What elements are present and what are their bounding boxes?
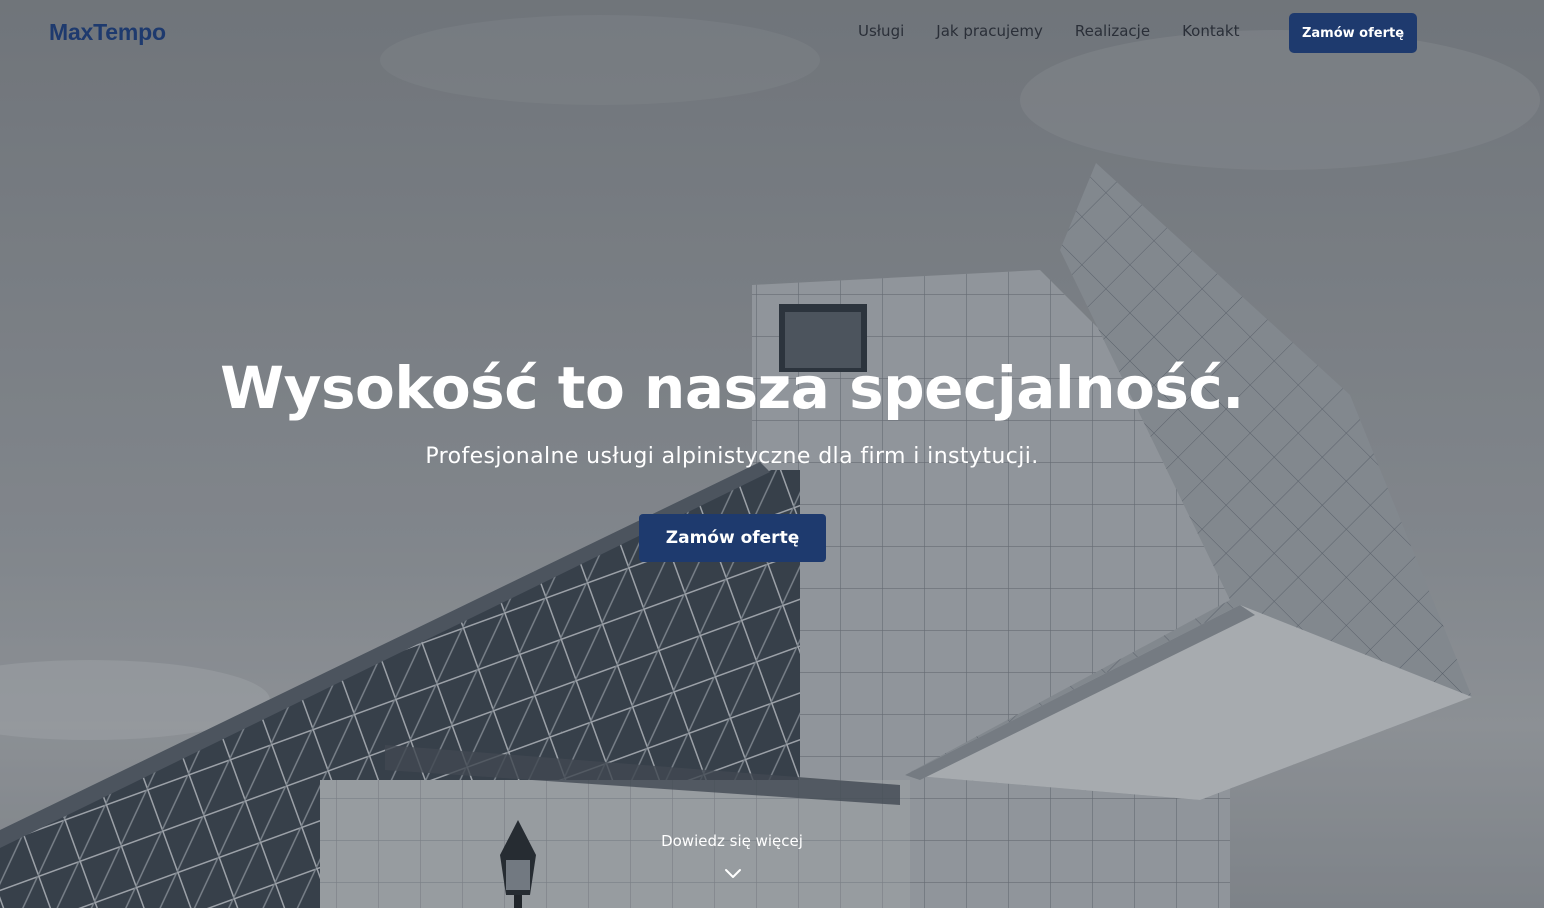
navbar: MaxTempo Usługi Jak pracujemy Realizacje…	[0, 0, 1544, 66]
nav-order-button[interactable]: Zamów ofertę	[1289, 13, 1417, 53]
nav-links: Usługi Jak pracujemy Realizacje Kontakt	[858, 22, 1240, 40]
hero-subtitle: Profesjonalne usługi alpinistyczne dla f…	[425, 444, 1039, 469]
nav-link-kontakt[interactable]: Kontakt	[1182, 22, 1239, 40]
nav-link-jak-pracujemy[interactable]: Jak pracujemy	[936, 22, 1043, 40]
learn-more-link[interactable]: Dowiedz się więcej	[0, 832, 1464, 850]
brand-logo[interactable]: MaxTempo	[49, 19, 166, 46]
hero-title: Wysokość to nasza specjalność.	[220, 354, 1244, 422]
nav-link-realizacje[interactable]: Realizacje	[1075, 22, 1150, 40]
chevron-down-icon[interactable]	[724, 866, 742, 880]
nav-link-uslugi[interactable]: Usługi	[858, 22, 904, 40]
hero-order-button[interactable]: Zamów ofertę	[639, 514, 826, 562]
